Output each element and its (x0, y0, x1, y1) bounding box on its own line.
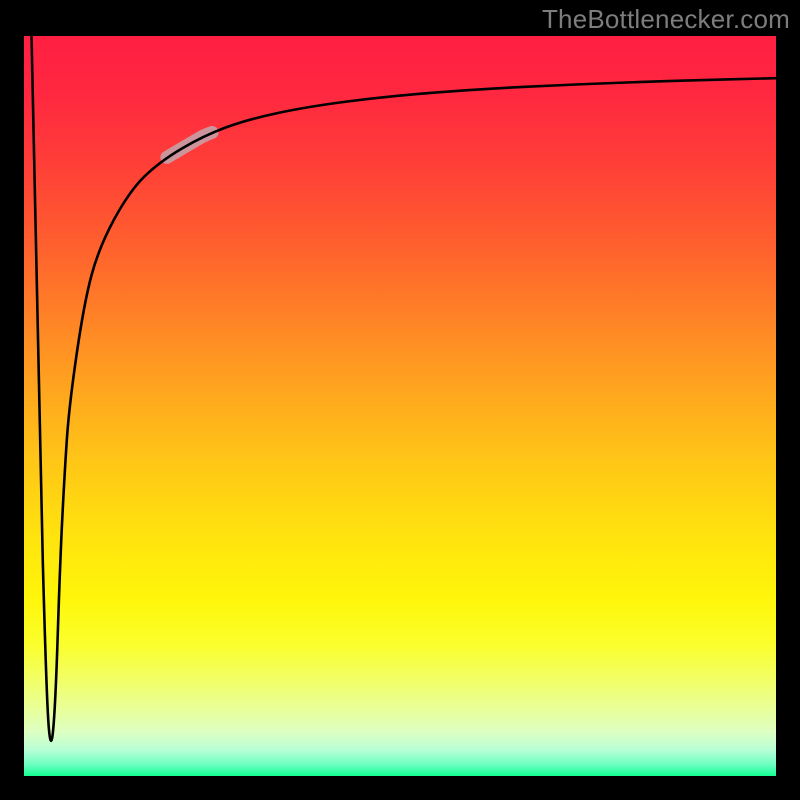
attribution-text: TheBottlenecker.com (542, 4, 790, 35)
plot-area (24, 36, 776, 776)
chart-container: TheBottlenecker.com (0, 0, 800, 800)
bottleneck-plot (0, 0, 800, 800)
